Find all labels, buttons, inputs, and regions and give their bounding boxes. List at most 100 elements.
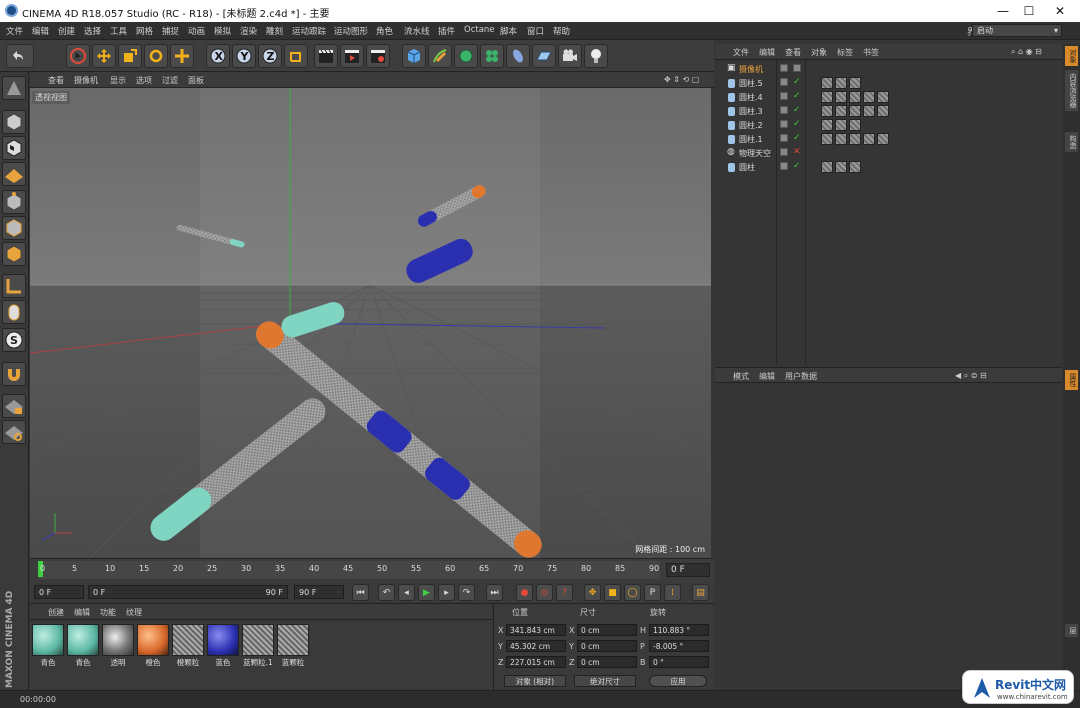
attribute-menu-user-data[interactable]: 用户数据 (785, 371, 817, 382)
check-icon[interactable]: ✓ (793, 119, 801, 129)
z-axis-lock-button[interactable]: Z (258, 44, 282, 68)
material-swatch[interactable] (67, 624, 99, 656)
deformer-button[interactable] (506, 44, 530, 68)
subdivision-surface-button[interactable] (454, 44, 478, 68)
render-view-button[interactable] (314, 44, 338, 68)
transform-tool-button[interactable] (170, 44, 194, 68)
menu-pipeline[interactable]: 流水线 (404, 25, 430, 37)
material-swatch[interactable] (242, 624, 274, 656)
visibility-flag[interactable] (780, 120, 788, 128)
object-row[interactable]: ▣ 摄像机 (715, 62, 1062, 76)
material-tag[interactable] (821, 119, 833, 131)
viewport-menu-filter[interactable]: 过滤 (162, 75, 178, 86)
model-mode-button[interactable] (2, 110, 26, 134)
y-axis-lock-button[interactable]: Y (232, 44, 256, 68)
material-swatch[interactable] (172, 624, 204, 656)
next-key-button[interactable]: ↷ (458, 584, 475, 601)
menu-simulate[interactable]: 模拟 (214, 25, 231, 37)
material-swatch[interactable] (102, 624, 134, 656)
record-button[interactable]: ● (516, 584, 533, 601)
end-frame-field[interactable]: 90 F (294, 585, 344, 599)
object-row[interactable]: 圆柱.4 ✓ (715, 90, 1062, 104)
floor-button[interactable] (532, 44, 556, 68)
attribute-nav-icons[interactable]: ◀ ⌕ ⊜ ⊟ (955, 371, 987, 381)
object-row[interactable]: ◍ 物理天空 ✕ (715, 146, 1062, 160)
keyframe-selection-button[interactable]: ? (556, 584, 573, 601)
material-tag[interactable] (849, 105, 861, 117)
visibility-flag[interactable] (780, 64, 788, 72)
apply-button[interactable]: 应用 (649, 675, 707, 687)
pen-button[interactable] (428, 44, 452, 68)
material-tag[interactable] (821, 91, 833, 103)
object-menu-file[interactable]: 文件 (733, 47, 749, 58)
check-icon[interactable]: ✓ (793, 133, 801, 143)
attribute-menu-mode[interactable]: 模式 (733, 371, 749, 382)
cloner-button[interactable] (480, 44, 504, 68)
material-menu-create[interactable]: 创建 (48, 607, 64, 618)
start-frame-field[interactable]: 0 F (34, 585, 84, 599)
menu-snap[interactable]: 捕捉 (162, 25, 179, 37)
material-tag[interactable] (835, 105, 847, 117)
menu-plugins[interactable]: 插件 (438, 25, 455, 37)
viewport-navigation-icons[interactable]: ✥ ⇕ ⟲ ▢ (664, 75, 699, 84)
timeline-window-button[interactable]: ▤ (692, 584, 709, 601)
material-tag[interactable] (849, 119, 861, 131)
render-flag[interactable] (793, 64, 801, 72)
menu-select[interactable]: 选择 (84, 25, 101, 37)
rotation-h-field[interactable]: 110.883 ° (649, 624, 709, 636)
object-menu-objects[interactable]: 对象 (811, 47, 827, 58)
key-pla-button[interactable]: ⁞ (664, 584, 681, 601)
go-to-end-button[interactable]: ⏭ (486, 584, 503, 601)
material-tag[interactable] (877, 91, 889, 103)
close-button[interactable]: ✕ (1045, 2, 1075, 20)
menu-sculpt[interactable]: 雕刻 (266, 25, 283, 37)
magnet-button[interactable] (2, 362, 26, 386)
object-row[interactable]: 圆柱.2 ✓ (715, 118, 1062, 132)
material-menu-function[interactable]: 功能 (100, 607, 116, 618)
menu-motion-tracking[interactable]: 运动跟踪 (292, 25, 326, 37)
key-position-button[interactable]: ✥ (584, 584, 601, 601)
menu-render[interactable]: 渲染 (240, 25, 257, 37)
material-tag[interactable] (821, 105, 833, 117)
menu-create[interactable]: 创建 (58, 25, 75, 37)
material-swatch[interactable] (277, 624, 309, 656)
visibility-flag[interactable] (780, 78, 788, 86)
tweak-mode-button[interactable] (2, 300, 26, 324)
material-tag[interactable] (821, 161, 833, 173)
workplane-mode-button[interactable] (2, 162, 26, 186)
workplane-settings-button[interactable] (2, 420, 26, 444)
material-tag[interactable] (835, 133, 847, 145)
material-tag[interactable] (835, 77, 847, 89)
polygons-mode-button[interactable] (2, 242, 26, 266)
visibility-flag[interactable] (780, 148, 788, 156)
size-x-field[interactable]: 0 cm (577, 624, 637, 636)
prev-key-button[interactable]: ↶ (378, 584, 395, 601)
perspective-viewport[interactable]: 透视视图 网格间距 : 100 cm (30, 88, 711, 558)
visibility-flag[interactable] (780, 106, 788, 114)
cube-button[interactable] (402, 44, 426, 68)
tab-attributes[interactable]: 属性 (1065, 370, 1078, 390)
frame-range-slider[interactable]: 0 F 90 F (88, 585, 288, 599)
check-icon[interactable]: ✓ (793, 91, 801, 101)
viewport-scene[interactable] (30, 88, 711, 558)
coordinate-system-button[interactable] (284, 44, 308, 68)
menu-mesh[interactable]: 网格 (136, 25, 153, 37)
material-menu-edit[interactable]: 编辑 (74, 607, 90, 618)
material-tag[interactable] (835, 119, 847, 131)
menu-tools[interactable]: 工具 (110, 25, 127, 37)
visibility-flag[interactable] (780, 92, 788, 100)
size-z-field[interactable]: 0 cm (577, 656, 637, 668)
texture-mode-button[interactable] (2, 136, 26, 160)
material-tag[interactable] (849, 161, 861, 173)
key-parameter-button[interactable]: P (644, 584, 661, 601)
visibility-flag[interactable] (780, 162, 788, 170)
attribute-menu-edit[interactable]: 编辑 (759, 371, 775, 382)
viewport-menu-options[interactable]: 选项 (136, 75, 152, 86)
menu-octane[interactable]: Octane (464, 25, 495, 35)
check-icon[interactable]: ✓ (793, 161, 801, 171)
visibility-flag[interactable] (780, 134, 788, 142)
material-tag[interactable] (877, 105, 889, 117)
material-tag[interactable] (849, 77, 861, 89)
viewport-menu-panel[interactable]: 面板 (188, 75, 204, 86)
object-menu-edit[interactable]: 编辑 (759, 47, 775, 58)
